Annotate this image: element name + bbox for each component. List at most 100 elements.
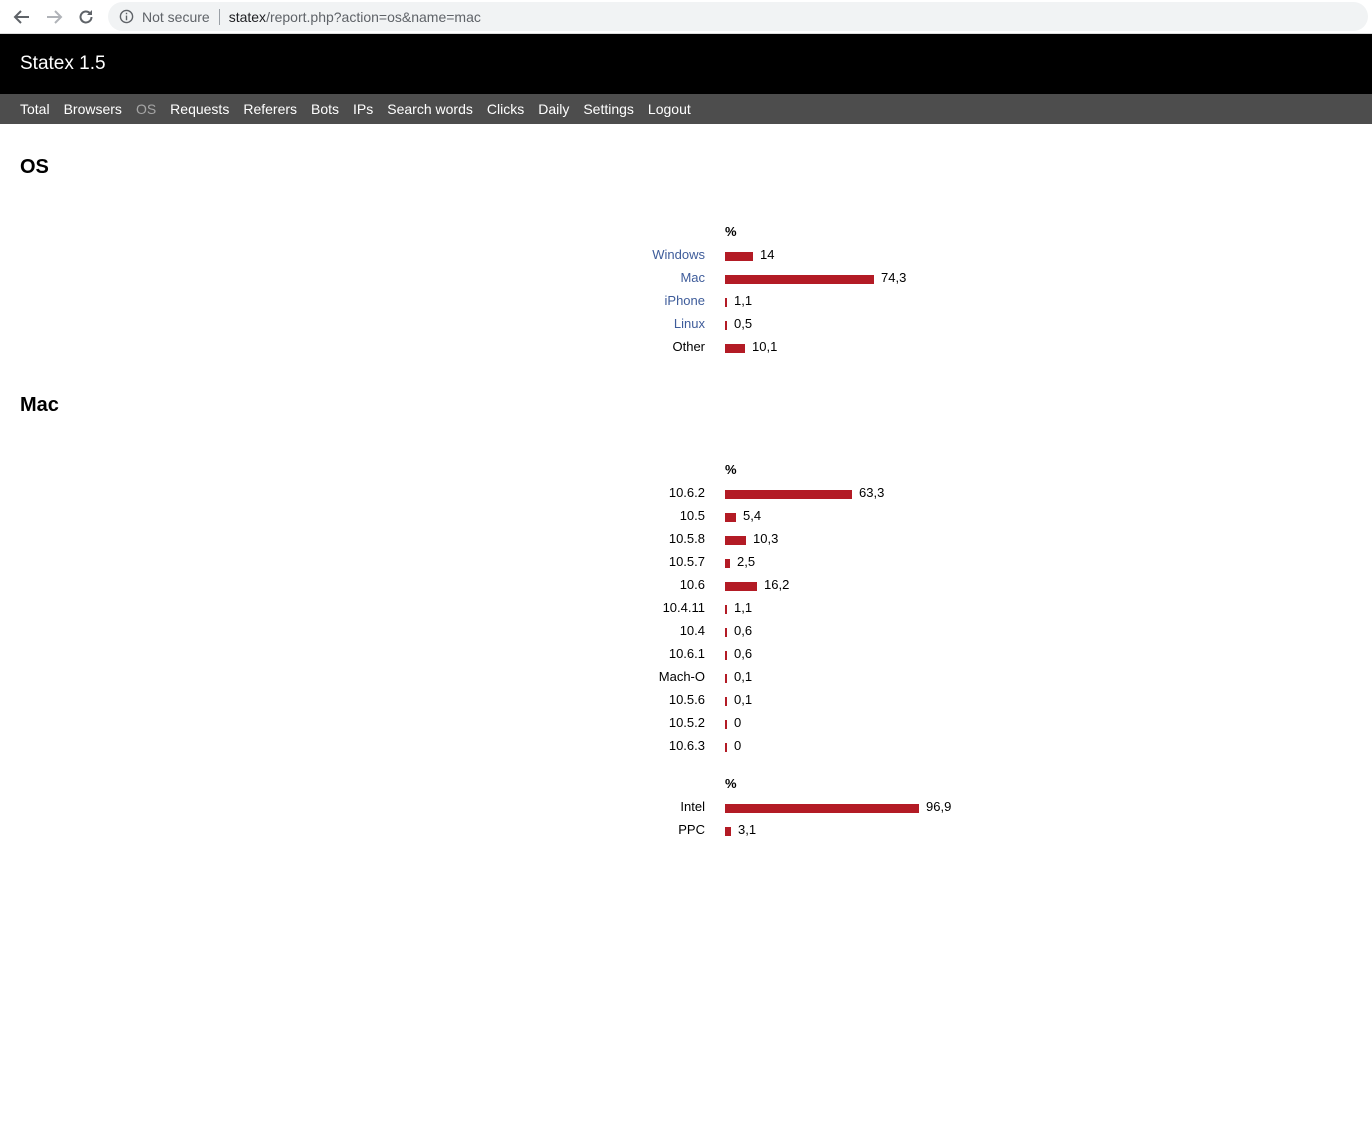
stat-bar <box>725 536 746 545</box>
stat-row: 10.5.8 10,3 <box>560 528 980 551</box>
stat-value: 0 <box>734 715 742 730</box>
stat-value: 1,1 <box>734 293 753 308</box>
app-title: Statex 1.5 <box>20 53 106 74</box>
stat-value: 63,3 <box>859 485 885 500</box>
stat-value: 16,2 <box>764 577 790 592</box>
stat-value: 1,1 <box>734 600 753 615</box>
nav-link-total[interactable]: Total <box>20 101 50 117</box>
arrow-right-icon <box>47 10 63 24</box>
nav-link-ips[interactable]: IPs <box>353 101 373 117</box>
section-heading-mac: Mac <box>20 394 59 416</box>
stat-row: 10.4 0,6 <box>560 620 980 643</box>
stat-value: 5,4 <box>743 508 762 523</box>
stat-row: Linux 0,5 <box>560 313 980 336</box>
stat-bar <box>725 513 736 522</box>
nav-link-logout[interactable]: Logout <box>648 101 691 117</box>
stat-value: 3,1 <box>738 822 757 837</box>
stat-label: 10.5.8 <box>668 531 705 546</box>
stat-row: 10.5 5,4 <box>560 505 980 528</box>
stat-label[interactable]: Linux <box>674 316 705 331</box>
stat-row: 10.5.2 0 <box>560 712 980 735</box>
stat-row: iPhone 1,1 <box>560 290 980 313</box>
stat-bar <box>725 674 727 683</box>
stat-row: Mach-O 0,1 <box>560 666 980 689</box>
back-button[interactable] <box>10 5 34 29</box>
stat-bar <box>725 321 727 330</box>
stat-row: Intel 96,9 <box>560 796 980 819</box>
stat-row: 10.4.11 1,1 <box>560 597 980 620</box>
stat-bar <box>725 628 727 637</box>
stat-label[interactable]: Windows <box>652 247 705 262</box>
stat-value: 0,6 <box>734 623 753 638</box>
stat-value: 0 <box>734 738 742 753</box>
reload-icon <box>79 10 93 24</box>
forward-button[interactable] <box>42 5 66 29</box>
stat-row: 10.6.2 63,3 <box>560 482 980 505</box>
stat-value: 74,3 <box>881 270 907 285</box>
stat-value: 2,5 <box>737 554 756 569</box>
nav-link-bots[interactable]: Bots <box>311 101 339 117</box>
stat-value: 14 <box>760 247 775 262</box>
stat-row: Other 10,1 <box>560 336 980 359</box>
info-icon[interactable] <box>118 9 134 25</box>
stat-bar <box>725 582 757 591</box>
stat-value: 0,1 <box>734 692 753 707</box>
stat-bar <box>725 697 727 706</box>
stat-label: 10.6.1 <box>668 646 705 661</box>
stat-label: 10.6.2 <box>668 485 705 500</box>
stat-label: 10.5.2 <box>668 715 705 730</box>
stat-bar <box>725 252 753 261</box>
section-heading-os: OS <box>20 156 49 178</box>
stat-row: 10.5.7 2,5 <box>560 551 980 574</box>
stat-bar <box>725 344 745 353</box>
stat-value: 10,3 <box>753 531 779 546</box>
stat-bar <box>725 720 727 729</box>
percent-header: % <box>725 224 737 239</box>
nav-link-settings[interactable]: Settings <box>583 101 634 117</box>
arrow-left-icon <box>13 10 29 24</box>
stat-value: 96,9 <box>926 799 952 814</box>
stat-value: 0,5 <box>734 316 753 331</box>
url-host: statex <box>228 8 267 25</box>
stat-row: Windows 14 <box>560 244 980 267</box>
security-label: Not secure <box>142 8 210 25</box>
stat-row: 10.6.3 0 <box>560 735 980 758</box>
reload-button[interactable] <box>74 5 98 29</box>
address-bar[interactable]: Not secure statex/report.php?action=os&n… <box>108 2 1368 31</box>
nav-link-daily[interactable]: Daily <box>538 101 569 117</box>
omnibox-divider <box>218 8 220 25</box>
nav-link-clicks[interactable]: Clicks <box>487 101 524 117</box>
stat-label[interactable]: iPhone <box>665 293 705 308</box>
stat-label[interactable]: Mac <box>680 270 705 285</box>
stat-bar <box>725 651 727 660</box>
nav-link-referers[interactable]: Referers <box>243 101 297 117</box>
nav-link-os[interactable]: OS <box>136 101 156 117</box>
stat-value: 0,6 <box>734 646 753 661</box>
stat-label: 10.5.6 <box>668 692 705 707</box>
stat-label: Mach-O <box>658 669 705 684</box>
stat-row: 10.6.1 0,6 <box>560 643 980 666</box>
stat-value: 10,1 <box>752 339 778 354</box>
stat-label: PPC <box>678 822 705 837</box>
nav-link-browsers[interactable]: Browsers <box>64 101 122 117</box>
percent-header: % <box>725 462 737 477</box>
stat-bar <box>725 743 727 752</box>
stat-label: Intel <box>680 799 705 814</box>
stat-row: Mac 74,3 <box>560 267 980 290</box>
stat-row: PPC 3,1 <box>560 819 980 842</box>
stat-bar <box>725 804 919 813</box>
stat-bar <box>725 298 727 307</box>
stat-label: 10.4.11 <box>662 600 705 615</box>
stat-bar <box>725 605 727 614</box>
stat-label: 10.5.7 <box>668 554 705 569</box>
stat-bar <box>725 275 874 284</box>
stat-label: 10.5 <box>679 508 705 523</box>
url-path: /report.php?action=os&name=mac <box>266 8 481 25</box>
stat-bar <box>725 490 852 499</box>
nav-link-search-words[interactable]: Search words <box>387 101 473 117</box>
browser-toolbar: Not secure statex/report.php?action=os&n… <box>0 0 1372 34</box>
stat-label: 10.6.3 <box>668 738 705 753</box>
nav-link-requests[interactable]: Requests <box>170 101 229 117</box>
stat-row: 10.6 16,2 <box>560 574 980 597</box>
stat-row: 10.5.6 0,1 <box>560 689 980 712</box>
